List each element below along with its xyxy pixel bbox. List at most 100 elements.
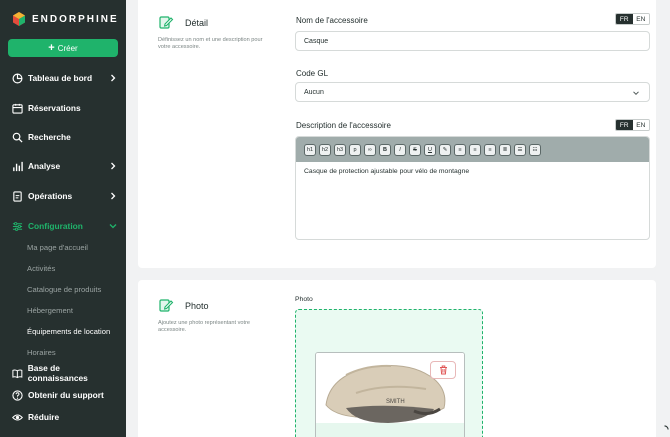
photo-section: Photo Ajoutez une photo représentant vot… <box>138 280 656 437</box>
link-icon: ∞ <box>368 146 372 153</box>
sidebar-item-configuration[interactable]: Configuration <box>12 219 120 233</box>
photo-dropzone[interactable]: SMITH <box>295 309 483 437</box>
plus-icon: + <box>48 42 55 54</box>
sidebar-item-label: Réduire <box>28 412 60 422</box>
gl-code-value: Aucun <box>304 88 324 96</box>
sidebar-item-collapse[interactable]: Réduire <box>12 410 120 424</box>
bold-icon: B <box>383 146 387 153</box>
photo-preview: SMITH <box>315 352 465 437</box>
sidebar-item-support[interactable]: Obtenir du support <box>12 388 120 402</box>
editor-toolbar: h1 h2 h3 p ∞ B I S U ✎ ≡ ≡ ≡ ≣ ☰ ☷ <box>296 137 649 162</box>
sidebar-subitem-schedules[interactable]: Horaires <box>27 348 56 357</box>
chevron-down-icon <box>109 224 117 229</box>
sidebar-item-label: Base de connaissances <box>27 363 88 383</box>
underline-icon: U <box>428 146 432 153</box>
operations-icon <box>13 190 22 202</box>
sidebar-subitem-lodging[interactable]: Hébergement <box>27 306 73 315</box>
bullet-list-icon: ☰ <box>517 146 523 153</box>
calendar-icon <box>12 103 23 114</box>
photo-description: Ajoutez une photo représentant votre acc… <box>158 320 251 333</box>
align-right-button[interactable]: ≡ <box>484 143 496 156</box>
detail-description: Définissez un nom et une description pou… <box>158 37 263 50</box>
ordered-list-icon: ☷ <box>532 146 538 153</box>
loading-spinner-icon <box>664 425 669 430</box>
sidebar-subitem-activities[interactable]: Activités <box>27 264 55 273</box>
help-icon <box>12 389 23 401</box>
book-icon <box>12 369 23 378</box>
sidebar-item-label: Opérations <box>28 191 73 201</box>
bold-button[interactable]: B <box>379 143 391 156</box>
heading1-button[interactable]: h1 <box>304 143 316 156</box>
pen-icon: ✎ <box>442 146 448 153</box>
lang-fr-button[interactable]: FR <box>616 120 633 130</box>
chevron-down-icon <box>633 91 639 96</box>
align-justify-icon: ≣ <box>502 146 508 153</box>
chart-icon <box>13 161 23 171</box>
helmet-brand-text: SMITH <box>386 399 405 405</box>
brand-name: ENDORPHINE <box>32 13 119 25</box>
italic-icon: I <box>399 146 401 153</box>
bullet-list-button[interactable]: ☰ <box>514 143 526 156</box>
gl-code-select[interactable]: Aucun <box>295 82 650 102</box>
sidebar-item-operations[interactable]: Opérations <box>12 189 120 203</box>
rich-text-editor: h1 h2 h3 p ∞ B I S U ✎ ≡ ≡ ≡ ≣ ☰ ☷ Casqu… <box>295 136 650 240</box>
chevron-right-icon <box>111 162 116 170</box>
accessory-name-input[interactable]: Casque <box>295 31 650 51</box>
sidebar-item-label: Analyse <box>28 161 61 171</box>
description-label: Description de l'accessoire <box>296 121 391 130</box>
sidebar-item-label: Configuration <box>28 221 83 231</box>
sidebar: ENDORPHINE + Créer Tableau de bord Réser… <box>0 0 126 437</box>
sidebar-subitem-rental-equipment[interactable]: Équipements de location <box>27 327 110 336</box>
chevron-right-icon <box>111 192 116 200</box>
heading3-button[interactable]: h3 <box>334 143 346 156</box>
align-left-icon: ≡ <box>458 146 462 153</box>
sliders-icon <box>12 221 23 231</box>
paragraph-button[interactable]: p <box>349 143 361 156</box>
detail-title: Détail <box>185 18 209 28</box>
edit-document-icon <box>159 16 174 29</box>
edit-document-icon <box>159 299 174 312</box>
ordered-list-button[interactable]: ☷ <box>529 143 541 156</box>
gl-code-label: Code GL <box>296 69 329 78</box>
sidebar-item-knowledge-base[interactable]: Base de connaissances <box>12 363 120 383</box>
lang-en-button[interactable]: EN <box>632 14 649 24</box>
sidebar-item-analyse[interactable]: Analyse <box>12 159 120 173</box>
delete-photo-button[interactable] <box>430 361 456 379</box>
align-right-icon: ≡ <box>488 146 492 153</box>
link-button[interactable]: ∞ <box>364 143 376 156</box>
photo-label: Photo <box>295 296 313 303</box>
align-center-icon: ≡ <box>473 146 477 153</box>
sidebar-item-dashboard[interactable]: Tableau de bord <box>12 71 120 85</box>
underline-button[interactable]: U <box>424 143 436 156</box>
sidebar-item-label: Recherche <box>28 132 71 142</box>
main-content: Détail Définissez un nom et une descript… <box>126 0 670 437</box>
dashboard-icon <box>12 73 23 83</box>
italic-button[interactable]: I <box>394 143 406 156</box>
eye-icon <box>12 413 23 421</box>
heading2-button[interactable]: h2 <box>319 143 331 156</box>
lang-fr-button[interactable]: FR <box>616 14 633 24</box>
create-button-label: Créer <box>57 43 78 53</box>
description-language-toggle: FR EN <box>615 119 650 131</box>
lang-en-button[interactable]: EN <box>632 120 649 130</box>
strikethrough-icon: S <box>413 146 417 153</box>
sidebar-subitem-catalog[interactable]: Catalogue de produits <box>27 285 101 294</box>
editor-content[interactable]: Casque de protection ajustable pour vélo… <box>296 162 649 181</box>
detail-section: Détail Définissez un nom et une descript… <box>138 0 656 268</box>
align-center-button[interactable]: ≡ <box>469 143 481 156</box>
chevron-right-icon <box>111 74 116 82</box>
name-label: Nom de l'accessoire <box>296 16 368 25</box>
create-button[interactable]: + Créer <box>8 39 118 57</box>
search-icon <box>12 132 23 143</box>
sidebar-subitem-homepage[interactable]: Ma page d'accueil <box>27 243 88 252</box>
brand-logo[interactable]: ENDORPHINE <box>12 11 119 27</box>
highlight-button[interactable]: ✎ <box>439 143 451 156</box>
align-justify-button[interactable]: ≣ <box>499 143 511 156</box>
sidebar-item-label: Obtenir du support <box>28 390 104 400</box>
strikethrough-button[interactable]: S <box>409 143 421 156</box>
sidebar-item-search[interactable]: Recherche <box>12 130 120 144</box>
align-left-button[interactable]: ≡ <box>454 143 466 156</box>
sidebar-footer: Base de connaissances Obtenir du support… <box>0 360 126 437</box>
trash-icon <box>439 365 447 375</box>
sidebar-item-reservations[interactable]: Réservations <box>12 101 120 115</box>
